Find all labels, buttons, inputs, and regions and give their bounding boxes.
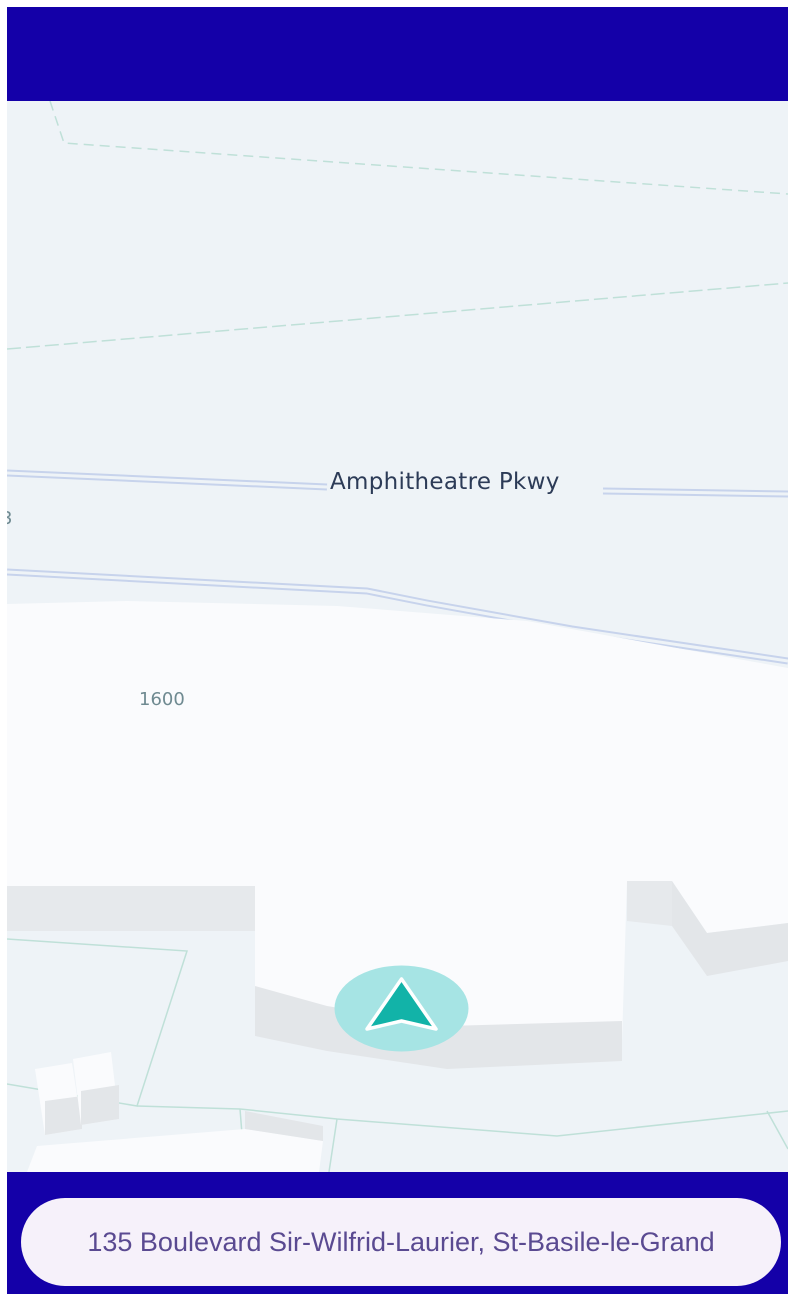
edge-map-label: 3 <box>7 508 12 529</box>
address-chip[interactable]: 135 Boulevard Sir-Wilfrid-Laurier, St-Ba… <box>21 1198 781 1286</box>
top-app-bar <box>7 7 788 101</box>
navigation-arrow-icon <box>334 965 469 1052</box>
address-text: 135 Boulevard Sir-Wilfrid-Laurier, St-Ba… <box>87 1227 715 1257</box>
current-location-marker[interactable] <box>334 965 469 1052</box>
address-number-label: 1600 <box>139 689 185 710</box>
street-label: Amphitheatre Pkwy <box>330 469 560 495</box>
bottom-app-bar: 135 Boulevard Sir-Wilfrid-Laurier, St-Ba… <box>7 1172 788 1294</box>
map-view[interactable]: Amphitheatre Pkwy 1600 3 <box>7 101 788 1172</box>
